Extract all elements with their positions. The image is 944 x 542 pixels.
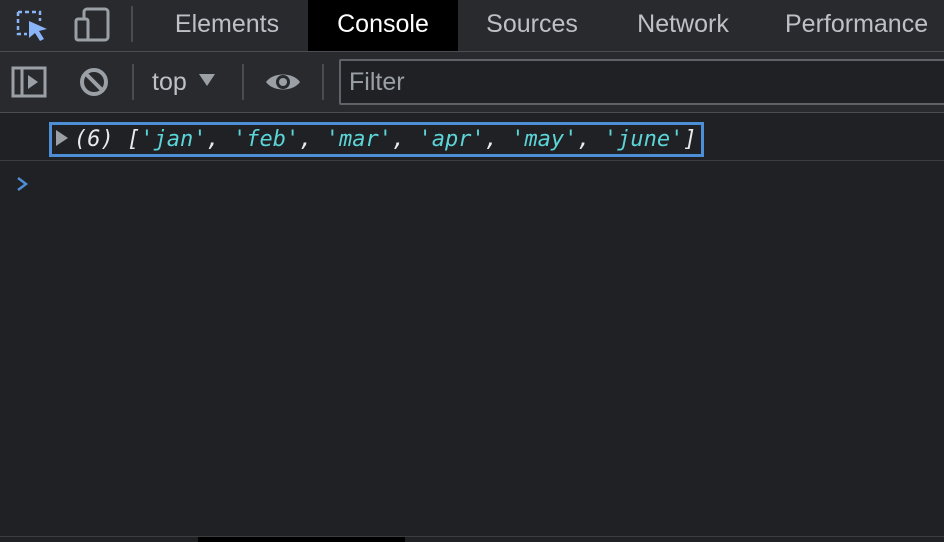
array-item: 'jan': [140, 127, 207, 152]
toolbar-divider: [132, 64, 134, 100]
tab-console[interactable]: Console: [308, 0, 458, 51]
array-preview[interactable]: (6) ['jan', 'feb', 'mar', 'apr', 'may', …: [49, 122, 704, 157]
drawer-divider: [0, 536, 944, 542]
tab-performance[interactable]: Performance: [770, 0, 944, 51]
devtools-window: Elements Console Sources Network Perform…: [0, 0, 944, 542]
filter-input[interactable]: [339, 59, 944, 105]
array-separator: ,: [484, 127, 512, 152]
array-item: 'june': [603, 127, 684, 152]
inspect-element-icon[interactable]: [12, 6, 52, 44]
devtools-tabbar: Elements Console Sources Network Perform…: [0, 0, 944, 52]
array-item: 'feb': [232, 127, 300, 152]
device-toolbar-icon[interactable]: [72, 6, 112, 44]
chevron-down-icon: [198, 74, 215, 86]
console-output: (6) ['jan', 'feb', 'mar', 'apr', 'may', …: [0, 113, 944, 542]
eye-icon[interactable]: [264, 64, 304, 100]
scrollbar-thumb[interactable]: [198, 537, 405, 542]
array-open-bracket: [: [127, 127, 141, 152]
console-toolbar: top: [0, 52, 944, 113]
toolbar-divider: [322, 64, 324, 100]
array-separator: ,: [206, 127, 233, 152]
array-separator: ,: [577, 127, 604, 152]
array-separator: ,: [299, 127, 326, 152]
array-item: 'mar': [325, 127, 392, 152]
array-item: 'may': [511, 127, 578, 152]
tab-network[interactable]: Network: [614, 0, 752, 51]
console-sidebar-icon[interactable]: [10, 64, 50, 100]
array-separator: ,: [391, 127, 419, 152]
context-label: top: [152, 68, 187, 96]
clear-console-icon[interactable]: [76, 64, 116, 100]
tab-elements[interactable]: Elements: [154, 0, 300, 51]
prompt-chevron-icon: [17, 177, 29, 191]
tab-sources[interactable]: Sources: [466, 0, 598, 51]
expand-triangle-icon[interactable]: [56, 130, 68, 146]
context-selector[interactable]: top: [152, 62, 215, 102]
array-length: (6): [74, 127, 114, 152]
console-message: (6) ['jan', 'feb', 'mar', 'apr', 'may', …: [0, 113, 944, 161]
array-item: 'apr': [418, 127, 485, 152]
console-prompt[interactable]: [0, 165, 944, 205]
tabbar-divider: [131, 6, 133, 42]
array-close-bracket: ]: [683, 127, 697, 152]
toolbar-divider: [242, 64, 244, 100]
